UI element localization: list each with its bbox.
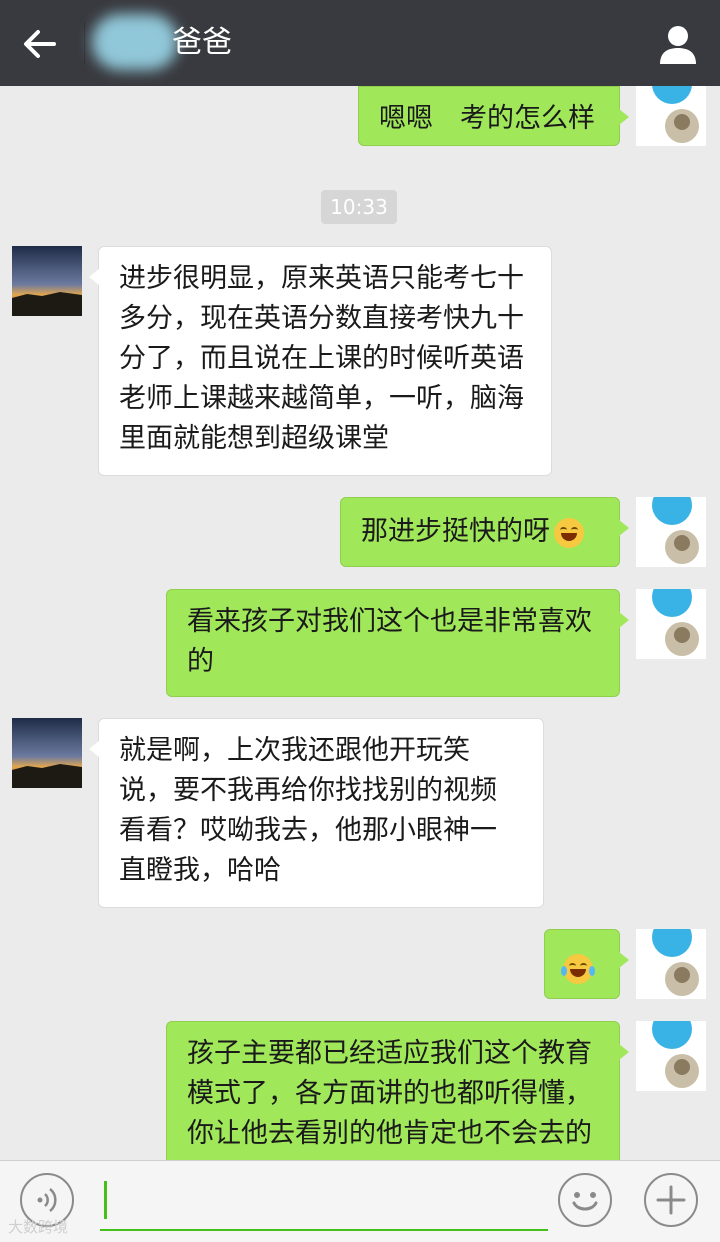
emoji-button[interactable] bbox=[558, 1173, 612, 1227]
contact-avatar[interactable] bbox=[12, 718, 82, 788]
message-text: 嗯嗯 考的怎么样 bbox=[379, 103, 595, 134]
message-bubble-incoming[interactable]: 就是啊，上次我还跟他开玩笑说，要不我再给你找找别的视频看看？哎呦我去，他那小眼神… bbox=[89, 718, 544, 908]
plus-icon bbox=[656, 1185, 686, 1215]
more-button[interactable] bbox=[644, 1173, 698, 1227]
person-icon[interactable] bbox=[652, 20, 704, 68]
top-bar: 爸爸 bbox=[0, 0, 720, 86]
blurred-name bbox=[92, 14, 178, 70]
message-bubble-outgoing[interactable]: 嗯嗯 考的怎么样 bbox=[358, 86, 629, 146]
message-bubble-outgoing[interactable] bbox=[544, 929, 629, 999]
my-avatar[interactable] bbox=[636, 86, 706, 146]
back-arrow-icon[interactable] bbox=[18, 22, 62, 66]
input-bar bbox=[0, 1160, 720, 1242]
chat-title: 爸爸 bbox=[172, 25, 232, 60]
message-bubble-outgoing[interactable]: 看来孩子对我们这个也是非常喜欢的 bbox=[166, 589, 629, 697]
grin-emoji-icon bbox=[554, 517, 584, 548]
message-text: 孩子主要都已经适应我们这个教育模式了，各方面讲的也都听得懂，你让他去看别的他肯定… bbox=[187, 1038, 592, 1149]
message-bubble-incoming[interactable]: 进步很明显，原来英语只能考七十多分，现在英语分数直接考快九十分了，而且说在上课的… bbox=[89, 246, 552, 476]
emoji-icon bbox=[572, 1192, 598, 1211]
watermark: 大数跨境 bbox=[8, 1218, 69, 1236]
my-avatar[interactable] bbox=[636, 589, 706, 659]
text-cursor bbox=[104, 1181, 107, 1219]
my-avatar[interactable] bbox=[636, 497, 706, 567]
message-text: 看来孩子对我们这个也是非常喜欢的 bbox=[187, 606, 592, 677]
message-list: 嗯嗯 考的怎么样 10:33 进步很明显，原来英语只能考七十多分，现在英语分数直… bbox=[0, 86, 720, 1160]
timestamp: 10:33 bbox=[321, 190, 397, 224]
message-input[interactable] bbox=[100, 1171, 548, 1231]
my-avatar[interactable] bbox=[636, 1021, 706, 1091]
contact-avatar[interactable] bbox=[12, 246, 82, 316]
tears-of-joy-emoji-icon bbox=[561, 953, 595, 984]
message-bubble-outgoing[interactable]: 那进步挺快的呀 bbox=[340, 497, 629, 567]
header-divider bbox=[84, 22, 85, 64]
message-text: 进步很明显，原来英语只能考七十多分，现在英语分数直接考快九十分了，而且说在上课的… bbox=[119, 263, 524, 454]
message-bubble-outgoing[interactable]: 孩子主要都已经适应我们这个教育模式了，各方面讲的也都听得懂，你让他去看别的他肯定… bbox=[166, 1021, 629, 1160]
my-avatar[interactable] bbox=[636, 929, 706, 999]
message-text: 就是啊，上次我还跟他开玩笑说，要不我再给你找找别的视频看看？哎呦我去，他那小眼神… bbox=[119, 735, 497, 886]
message-text: 那进步挺快的呀 bbox=[361, 516, 550, 547]
